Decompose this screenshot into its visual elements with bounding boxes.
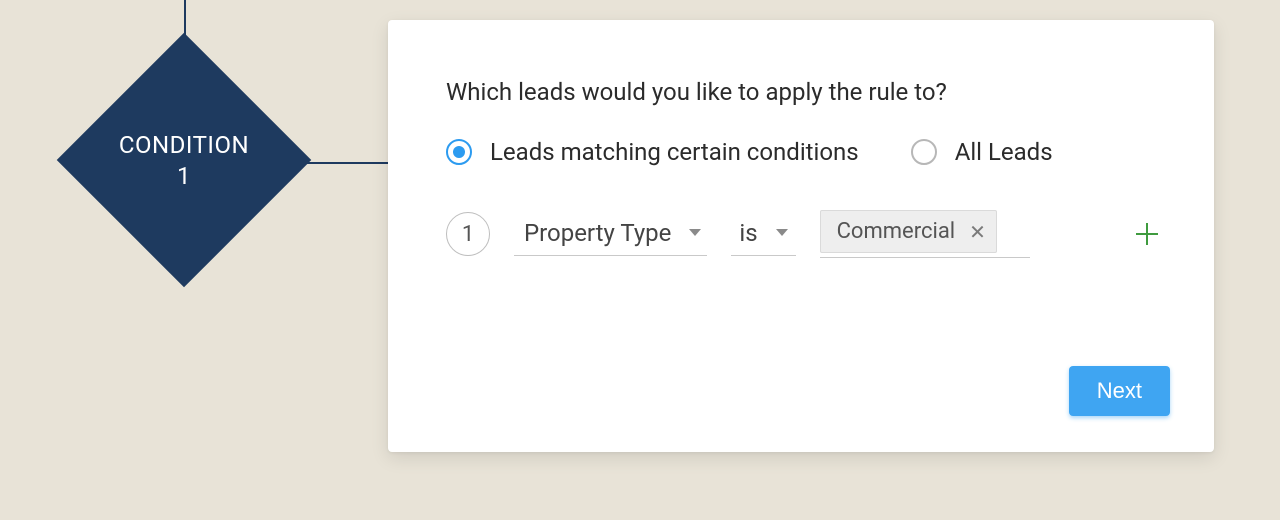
condition-card: Which leads would you like to apply the … (388, 20, 1214, 452)
radio-group-lead-scope: Leads matching certain conditions All Le… (446, 138, 1166, 166)
plus-icon (1134, 221, 1160, 247)
condition-field-select[interactable]: Property Type (514, 213, 707, 256)
chevron-down-icon (776, 229, 788, 236)
flow-node-condition (57, 33, 312, 288)
radio-indicator-icon (446, 139, 472, 165)
add-condition-button[interactable] (1134, 221, 1160, 247)
radio-indicator-icon (911, 139, 937, 165)
value-chip-label: Commercial (837, 219, 956, 244)
condition-field-value: Property Type (524, 219, 671, 247)
radio-label: Leads matching certain conditions (490, 138, 859, 166)
chevron-down-icon (689, 229, 701, 236)
condition-operator-select[interactable]: is (731, 213, 795, 256)
card-title: Which leads would you like to apply the … (446, 78, 1166, 106)
next-button[interactable]: Next (1069, 366, 1170, 416)
condition-row: 1 Property Type is Commercial ✕ (446, 210, 1166, 258)
flow-connector-horizontal (274, 162, 388, 164)
card-footer: Next (1069, 366, 1170, 416)
close-icon[interactable]: ✕ (969, 222, 986, 242)
condition-row-index: 1 (446, 212, 490, 256)
condition-value-field[interactable]: Commercial ✕ (820, 210, 1030, 258)
condition-operator-value: is (739, 219, 757, 247)
radio-label: All Leads (955, 138, 1053, 166)
radio-leads-matching[interactable]: Leads matching certain conditions (446, 138, 859, 166)
value-chip: Commercial ✕ (820, 210, 997, 253)
radio-all-leads[interactable]: All Leads (911, 138, 1053, 166)
